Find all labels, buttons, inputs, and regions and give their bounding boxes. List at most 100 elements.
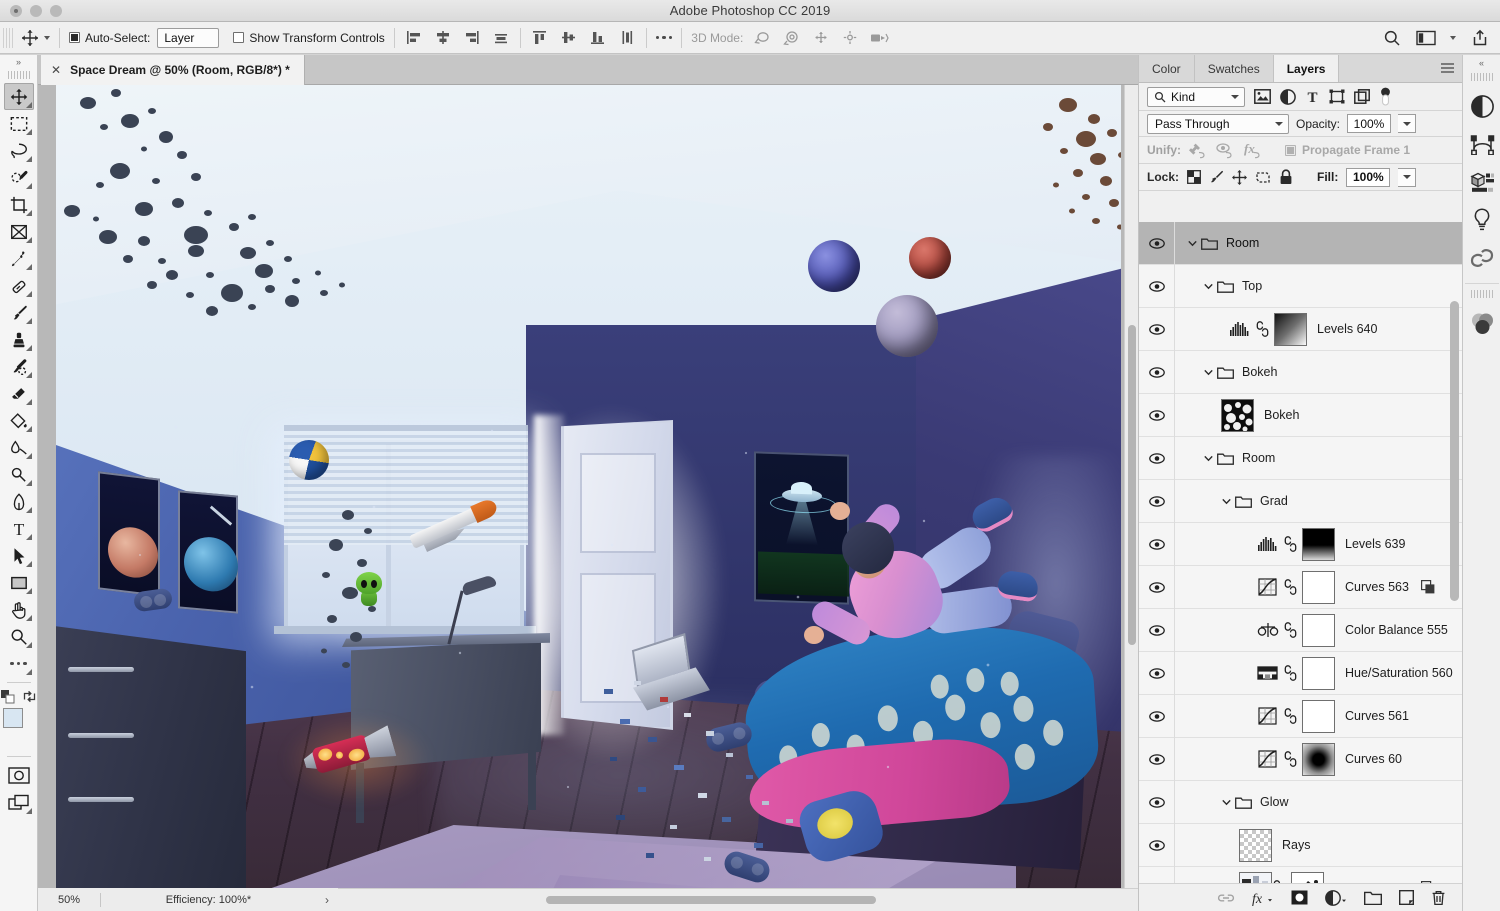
move-tool[interactable] <box>3 83 34 110</box>
auto-select-scope-select[interactable]: Layer <box>157 27 220 48</box>
layer-visibility-toggle[interactable] <box>1139 436 1175 480</box>
3d-slide-icon[interactable] <box>840 28 860 48</box>
canvas-area[interactable] <box>38 85 1138 888</box>
link-mask-icon[interactable] <box>1284 621 1297 639</box>
close-icon[interactable]: ✕ <box>51 63 61 77</box>
align-bottom-edges-icon[interactable] <box>588 28 608 48</box>
layer-visibility-toggle[interactable] <box>1139 608 1175 652</box>
layer-visibility-toggle[interactable] <box>1139 350 1175 394</box>
zoom-level[interactable]: 50% <box>38 894 100 906</box>
paths-icon[interactable] <box>1463 125 1500 163</box>
filter-shape-icon[interactable] <box>1329 89 1345 104</box>
layer-visibility-toggle[interactable] <box>1139 780 1175 824</box>
tab-color[interactable]: Color <box>1139 55 1195 82</box>
learn-icon[interactable] <box>1463 201 1500 239</box>
layer-visibility-toggle[interactable] <box>1139 264 1175 308</box>
table-row[interactable]: Grad <box>1139 479 1463 523</box>
options-bar-grip[interactable] <box>3 27 13 48</box>
brush-tool[interactable] <box>4 299 34 326</box>
lock-all-icon[interactable] <box>1279 169 1293 185</box>
lock-artboard-nesting-icon[interactable] <box>1255 170 1271 185</box>
auto-select-checkbox-box[interactable] <box>69 32 80 43</box>
zoom-tool[interactable] <box>4 623 34 650</box>
unify-visibility-icon[interactable] <box>1216 142 1235 159</box>
share-icon[interactable] <box>1470 28 1490 48</box>
layer-mask-thumbnail[interactable] <box>1302 613 1335 647</box>
3d-pan-icon[interactable] <box>811 28 831 48</box>
new-group-icon[interactable] <box>1364 890 1382 905</box>
clone-stamp-tool[interactable] <box>4 326 34 353</box>
table-row[interactable]: Levels 640 <box>1139 307 1463 351</box>
layer-mask-thumbnail[interactable] <box>1302 570 1335 604</box>
align-horizontal-centers-icon[interactable] <box>433 28 453 48</box>
search-icon[interactable] <box>1382 28 1402 48</box>
panel-menu-icon[interactable] <box>1441 63 1454 74</box>
history-brush-tool[interactable] <box>4 353 34 380</box>
table-row[interactable]: Glow <box>1139 780 1463 824</box>
table-row[interactable]: Hue/Saturation 560 <box>1139 651 1463 695</box>
unify-style-icon[interactable]: fx <box>1243 142 1263 159</box>
align-vertical-centers-icon[interactable] <box>559 28 579 48</box>
chevron-down-icon[interactable] <box>1221 797 1232 808</box>
chevron-down-icon[interactable] <box>1203 453 1214 464</box>
auto-select-scope-dropdown[interactable]: Layer <box>157 27 220 48</box>
lock-image-pixels-icon[interactable] <box>1209 170 1224 185</box>
fill-value[interactable]: 100% <box>1346 167 1391 187</box>
pen-tool[interactable] <box>4 488 34 515</box>
default-colors-icon[interactable] <box>1 690 15 704</box>
color-swatches[interactable] <box>2 708 35 738</box>
unify-position-icon[interactable] <box>1189 142 1208 159</box>
filter-pixel-icon[interactable] <box>1254 89 1271 104</box>
eyedropper-tool[interactable] <box>4 245 34 272</box>
align-left-edges-icon[interactable] <box>404 28 424 48</box>
table-row[interactable]: Curves 563 <box>1139 565 1463 609</box>
link-mask-icon[interactable] <box>1284 578 1297 596</box>
add-layer-style-icon[interactable]: fx <box>1252 890 1274 906</box>
adjustments-icon[interactable] <box>1463 87 1500 125</box>
layer-mask-thumbnail[interactable] <box>1302 656 1335 690</box>
chevron-down-icon[interactable] <box>1450 35 1456 40</box>
chevron-down-icon[interactable] <box>1187 238 1198 249</box>
align-vertical-distribute-icon[interactable] <box>617 28 637 48</box>
creative-cloud-icon[interactable] <box>1463 239 1500 277</box>
current-tool-preset[interactable] <box>19 27 50 49</box>
frame-tool[interactable] <box>4 218 34 245</box>
filter-smart-object-icon[interactable] <box>1354 88 1370 105</box>
align-top-edges-icon[interactable] <box>530 28 550 48</box>
lasso-tool[interactable] <box>4 137 34 164</box>
more-options-icon[interactable] <box>655 35 673 40</box>
tools-panel-grip[interactable] <box>7 71 30 79</box>
layer-list[interactable]: Room Top Levels 640 Bokeh Bokeh Room Gra… <box>1139 222 1463 887</box>
show-transform-checkbox-box[interactable] <box>233 32 245 43</box>
layer-visibility-toggle[interactable] <box>1139 393 1175 437</box>
new-layer-icon[interactable] <box>1399 890 1414 905</box>
layer-thumbnail[interactable] <box>1221 398 1254 432</box>
canvas-vertical-scrollbar[interactable] <box>1124 85 1138 888</box>
rectangle-tool[interactable] <box>4 569 34 596</box>
gradient-tool[interactable] <box>4 407 34 434</box>
spot-healing-brush-tool[interactable] <box>4 272 34 299</box>
screen-mode-button[interactable] <box>4 789 34 816</box>
tab-layers[interactable]: Layers <box>1273 55 1340 82</box>
layer-mask-thumbnail[interactable] <box>1302 527 1335 561</box>
document-tab[interactable]: ✕ Space Dream @ 50% (Room, RGB/8*) * <box>41 55 305 85</box>
table-row[interactable]: Bokeh <box>1139 350 1463 394</box>
propagate-frame-checkbox[interactable]: Propagate Frame 1 <box>1285 143 1410 157</box>
chevron-down-icon[interactable] <box>1221 496 1232 507</box>
table-row[interactable]: Room <box>1139 222 1463 265</box>
layer-visibility-toggle[interactable] <box>1139 479 1175 523</box>
path-selection-tool[interactable] <box>4 542 34 569</box>
filter-toggle-icon[interactable] <box>1379 87 1392 107</box>
canvas-vertical-scroll-thumb[interactable] <box>1128 325 1136 645</box>
3d-roll-icon[interactable] <box>782 28 802 48</box>
layer-visibility-toggle[interactable] <box>1139 565 1175 609</box>
table-row[interactable]: Bokeh <box>1139 393 1463 437</box>
dock-grip[interactable] <box>1470 73 1493 81</box>
crop-tool[interactable] <box>4 191 34 218</box>
lock-transparent-pixels-icon[interactable] <box>1187 170 1201 184</box>
filter-adjustment-icon[interactable] <box>1280 88 1296 105</box>
expand-panels-icon[interactable]: « <box>1463 55 1500 71</box>
layer-visibility-toggle[interactable] <box>1139 651 1175 695</box>
chevron-right-icon[interactable]: › <box>316 893 338 907</box>
layer-visibility-toggle[interactable] <box>1139 307 1175 351</box>
